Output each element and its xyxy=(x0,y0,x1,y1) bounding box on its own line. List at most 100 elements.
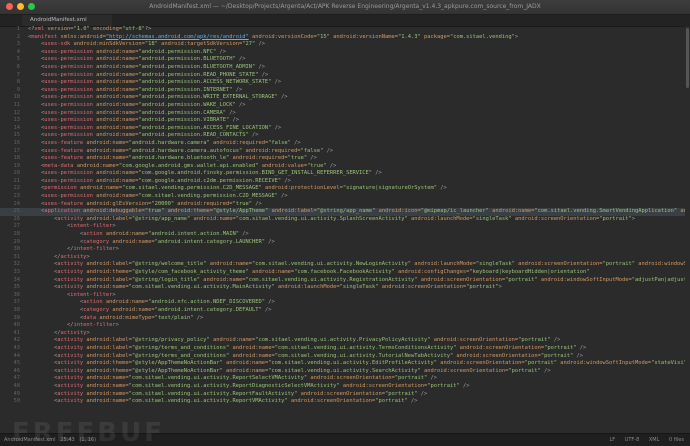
code-token: android:name= xyxy=(109,238,155,245)
code-line[interactable]: 2 <manifest xmlns:android="http://schemas… xyxy=(0,34,690,42)
code-line[interactable]: 5 <uses-permission android:name="android… xyxy=(0,56,690,64)
code-line[interactable]: 37 <action android:name="android.nfc.act… xyxy=(0,299,690,307)
line-number: 10 xyxy=(13,94,21,101)
status-encoding[interactable]: UTF-8 xyxy=(625,437,640,443)
line-number: 11 xyxy=(13,101,21,108)
code-token: android:name= xyxy=(102,299,149,306)
code-line[interactable]: 47 <activity android:name="com.sitael.ve… xyxy=(0,375,690,383)
code-line[interactable]: 24 <uses-feature android:glEsVersion="20… xyxy=(0,201,690,209)
code-line[interactable]: 20 <uses-permission android:name="com.go… xyxy=(0,170,690,178)
code-token: uses-feature xyxy=(44,155,84,162)
code-line[interactable]: 31 </activity> xyxy=(0,254,690,262)
code-token: "com.google.android.c2dm.permission.RECE… xyxy=(138,177,282,184)
code-token: "android.permission.ACCESS_FINE_LOCATION… xyxy=(138,124,272,131)
code-line[interactable]: 22 <permission android:name="com.sitael.… xyxy=(0,185,690,193)
code-line[interactable]: 16 <uses-feature android:name="android.h… xyxy=(0,140,690,148)
status-file[interactable]: AndroidManifest.xml xyxy=(4,437,55,443)
code-token: /> xyxy=(271,124,282,131)
code-line[interactable]: 14 <uses-permission android:name="androi… xyxy=(0,125,690,133)
code-line[interactable]: 39 <data android:mimeType="text/plain" /… xyxy=(0,315,690,323)
code-line[interactable]: 4 <uses-permission android:name="android… xyxy=(0,49,690,57)
code-token: "true" xyxy=(287,155,308,162)
vertical-scrollbar[interactable] xyxy=(685,26,690,434)
code-line[interactable]: 29 <category android:name="android.inten… xyxy=(0,239,690,247)
window-title: AndroidManifest.xml — ~/Desktop/Projects… xyxy=(149,3,541,10)
code-token: /> xyxy=(271,79,282,86)
code-line[interactable]: 42 <activity android:label="@string/priv… xyxy=(0,337,690,345)
code-line[interactable]: 1 <?xml version="1.0" encoding="utf-8"?> xyxy=(0,26,690,34)
code-token: android:name= xyxy=(92,101,139,108)
code-line[interactable]: 13 <uses-permission android:name="androi… xyxy=(0,117,690,125)
code-line[interactable]: 28 <action android:name="android.intent.… xyxy=(0,231,690,239)
status-line-ending[interactable]: LF xyxy=(609,437,615,443)
status-grammar[interactable]: XML xyxy=(649,437,660,443)
code-line[interactable]: 8 <uses-permission android:name="android… xyxy=(0,79,690,87)
code-line[interactable]: 33 <activity android:theme="@style/com_f… xyxy=(0,269,690,277)
code-line[interactable]: 40 </intent-filter> xyxy=(0,322,690,330)
code-token: android:mimeType= xyxy=(96,314,155,321)
line-code: <uses-permission android:name="android.p… xyxy=(28,87,242,95)
code-line[interactable]: 44 <activity android:label="@string/term… xyxy=(0,353,690,361)
code-line[interactable]: 9 <uses-permission android:name="android… xyxy=(0,87,690,95)
code-line[interactable]: 7 <uses-permission android:name="android… xyxy=(0,72,690,80)
code-token: /> xyxy=(573,352,584,359)
code-line[interactable]: 35 <activity android:name="com.sitael.ve… xyxy=(0,284,690,292)
code-token: /> xyxy=(372,170,382,177)
code-token: activity xyxy=(60,329,87,336)
code-line[interactable]: 36 <intent-filter> xyxy=(0,292,690,300)
code-line[interactable]: 41 </activity> xyxy=(0,330,690,338)
code-line[interactable]: 38 <category android:name="android.inten… xyxy=(0,307,690,315)
code-line[interactable]: 30 </intent-filter> xyxy=(0,246,690,254)
code-token: "android.hardware.camera.autofocus" xyxy=(128,147,243,154)
code-editor[interactable]: 1 <?xml version="1.0" encoding="utf-8"?> 2… xyxy=(0,26,690,434)
line-number: 6 xyxy=(16,63,20,70)
code-line[interactable]: 18 <uses-feature android:name="android.h… xyxy=(0,155,690,163)
status-files[interactable]: 0 files xyxy=(669,437,684,443)
code-line[interactable]: 27 <intent-filter> xyxy=(0,223,690,231)
code-line[interactable]: 48 <activity android:name="com.sitael.ve… xyxy=(0,383,690,391)
code-token: xmlns:android= xyxy=(57,33,106,40)
code-line[interactable]: 3 <uses-sdk android:minSdkVersion="18" a… xyxy=(0,41,690,49)
status-cursor-position[interactable]: 25:43 xyxy=(60,437,74,443)
code-line[interactable]: 32 <activity android:label="@string/welc… xyxy=(0,261,690,269)
code-line[interactable]: 43 <activity android:label="@string/term… xyxy=(0,345,690,353)
tab-androidmanifest[interactable]: AndroidManifest.xml xyxy=(22,15,112,26)
code-token: android:name= xyxy=(92,86,139,93)
code-line[interactable]: 49 <activity android:name="com.sitael.ve… xyxy=(0,391,690,399)
code-line[interactable]: 6 <uses-permission android:name="android… xyxy=(0,64,690,72)
code-line[interactable]: 23 <uses-permission android:name="com.si… xyxy=(0,193,690,201)
code-line[interactable]: 11 <uses-permission android:name="androi… xyxy=(0,102,690,110)
code-line[interactable]: 46 <activity android:theme="@style/AppTh… xyxy=(0,368,690,376)
code-line[interactable]: 50 <activity android:name="com.sitael.ve… xyxy=(0,398,690,406)
code-token: /> xyxy=(550,337,561,344)
line-code: <uses-permission android:name="com.googl… xyxy=(28,178,291,186)
code-line[interactable]: 21 <uses-permission android:name="com.go… xyxy=(0,178,690,186)
line-number: 5 xyxy=(16,56,20,63)
code-line[interactable]: 12 <uses-permission android:name="androi… xyxy=(0,110,690,118)
code-line[interactable]: 34 <activity android:label="@string/logi… xyxy=(0,277,690,285)
code-token: android:screenOrientation= xyxy=(417,276,506,283)
code-line[interactable]: 26 <activity android:label="@string/app_… xyxy=(0,216,690,224)
code-token: "utf-8" xyxy=(122,26,145,32)
code-line[interactable]: 25 <application android:debuggable="true… xyxy=(0,208,690,216)
code-line[interactable]: 45 <activity android:theme="@style/AppTh… xyxy=(0,360,690,368)
line-code: <category android:name="android.intent.c… xyxy=(28,239,275,247)
code-line[interactable]: 10 <uses-permission android:name="androi… xyxy=(0,94,690,102)
scrollbar-thumb[interactable] xyxy=(686,28,689,88)
code-line[interactable]: 19 <meta-data android:name="com.google.a… xyxy=(0,163,690,171)
line-number: 39 xyxy=(13,314,21,321)
code-token: android:label= xyxy=(83,215,132,222)
code-token: android:name= xyxy=(209,337,256,344)
code-token: android:name= xyxy=(92,79,139,86)
line-code: <uses-permission android:name="android.p… xyxy=(28,110,236,118)
code-line[interactable]: 15 <uses-permission android:name="androi… xyxy=(0,132,690,140)
code-token: android:name= xyxy=(83,390,129,397)
code-line[interactable]: 17 <uses-feature android:name="android.h… xyxy=(0,148,690,156)
